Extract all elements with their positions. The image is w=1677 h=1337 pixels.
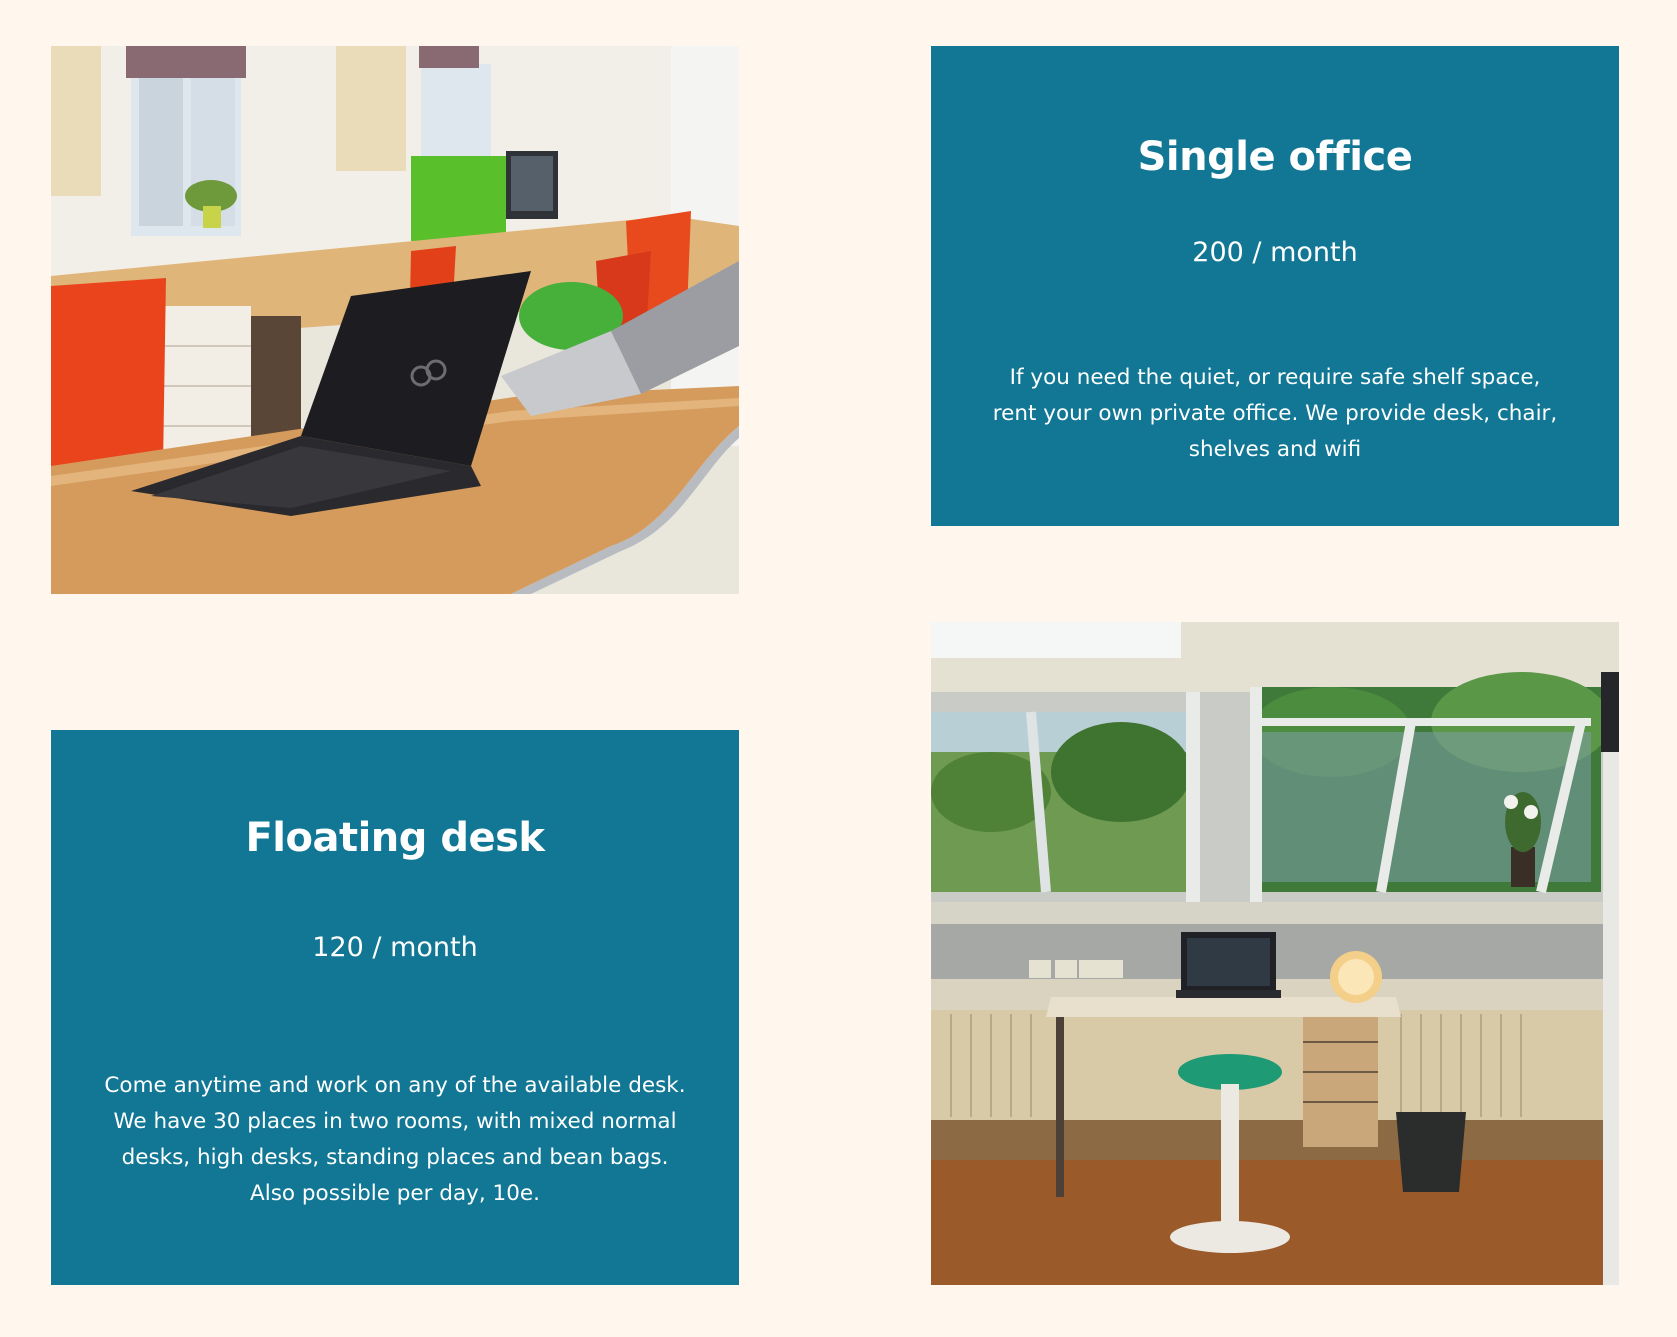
- desk-photo-illustration: [931, 622, 1619, 1285]
- single-office-card: Single office 200 / month If you need th…: [931, 46, 1619, 526]
- floating-desk-description: Come anytime and work on any of the avai…: [104, 1073, 686, 1206]
- single-office-price: 200 / month: [1192, 237, 1358, 268]
- desk-photo: [931, 622, 1619, 1285]
- floating-desk-title: Floating desk: [245, 815, 545, 861]
- floating-desk-card: Floating desk 120 / month Come anytime a…: [51, 730, 739, 1285]
- single-office-description: If you need the quiet, or require safe s…: [992, 365, 1558, 462]
- office-photo-illustration: [51, 46, 739, 594]
- floating-desk-price: 120 / month: [312, 932, 478, 963]
- single-office-title: Single office: [1137, 134, 1413, 180]
- office-photo: [51, 46, 739, 594]
